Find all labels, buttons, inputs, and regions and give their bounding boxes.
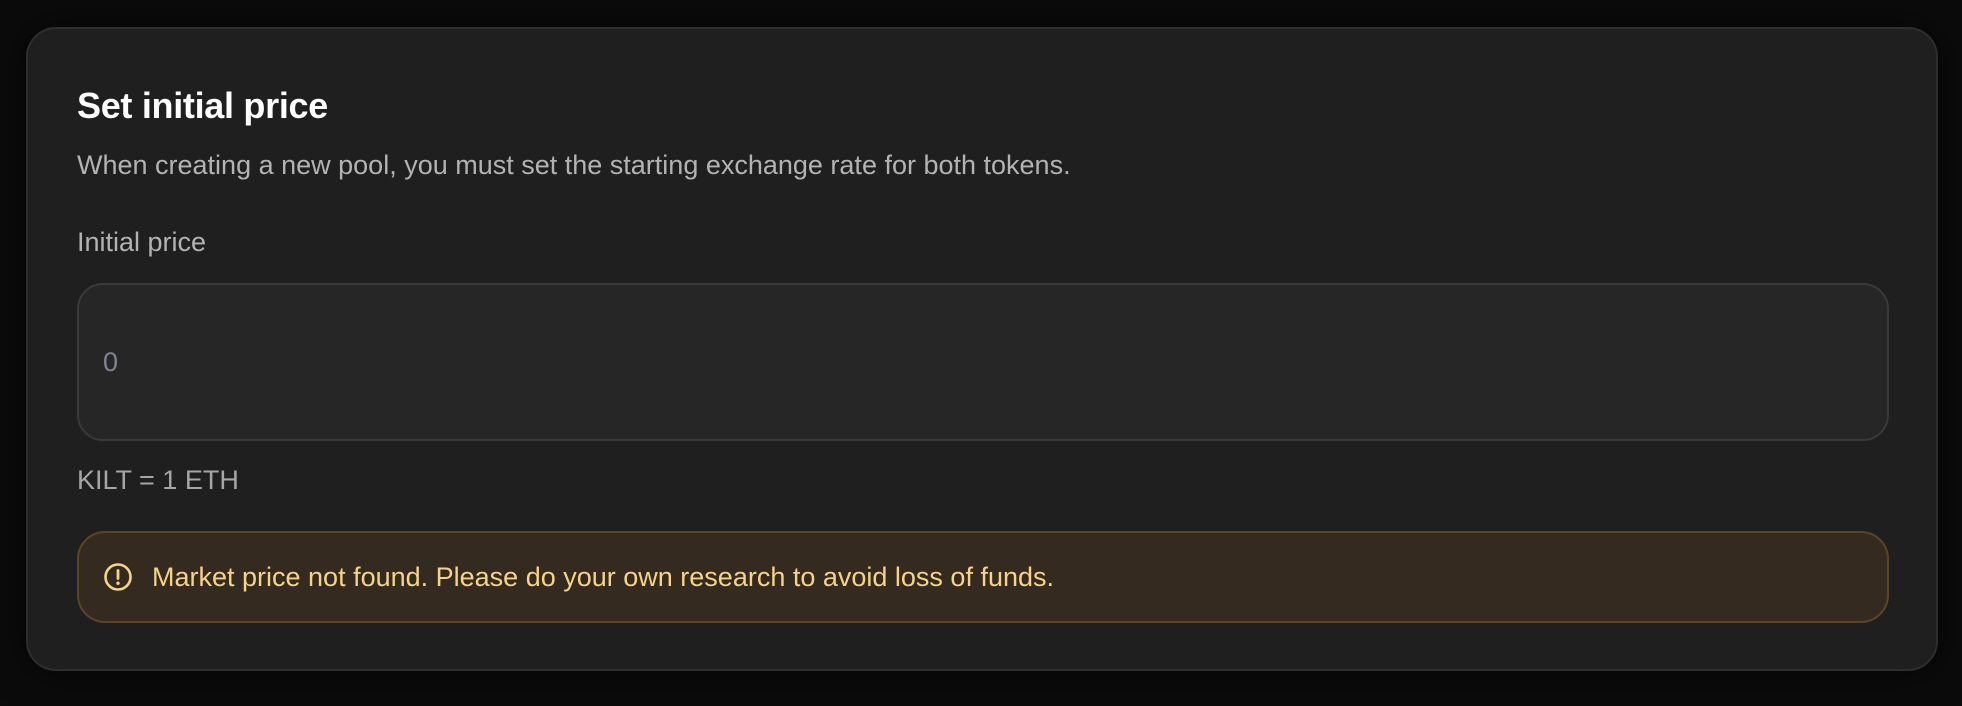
set-initial-price-card: Set initial price When creating a new po…	[26, 27, 1938, 671]
initial-price-label: Initial price	[77, 227, 207, 257]
card-description: When creating a new pool, you must set t…	[77, 150, 1071, 180]
alert-circle-icon	[103, 562, 133, 592]
market-price-warning: Market price not found. Please do your o…	[77, 531, 1889, 623]
initial-price-input-box[interactable]	[77, 283, 1889, 441]
exchange-rate-text: KILT = 1 ETH	[77, 465, 239, 495]
warning-message: Market price not found. Please do your o…	[152, 562, 1054, 592]
initial-price-input[interactable]	[103, 285, 1863, 439]
card-title: Set initial price	[77, 85, 328, 126]
